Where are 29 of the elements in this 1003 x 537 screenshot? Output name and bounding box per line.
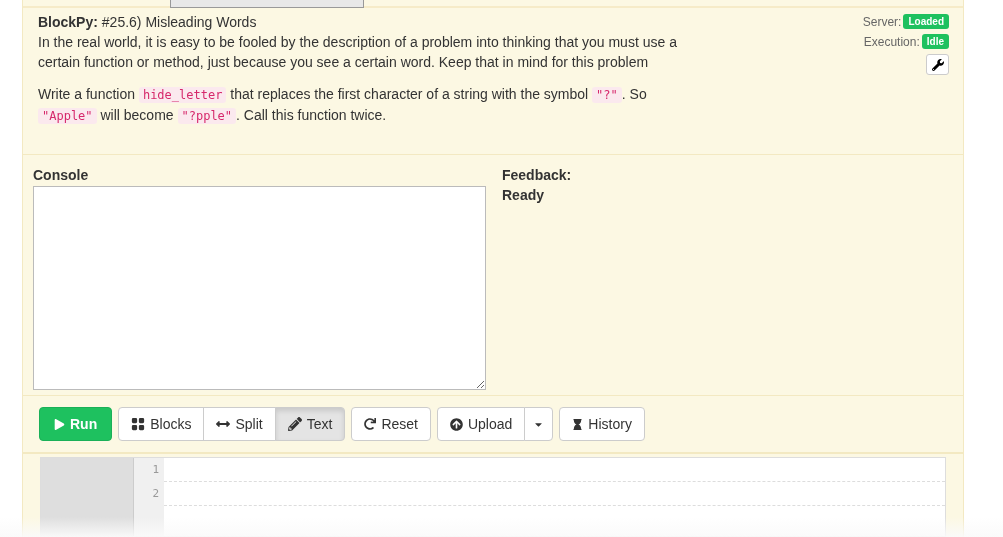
play-icon xyxy=(54,418,65,430)
mode-tab[interactable]: Text xyxy=(274,407,346,441)
grid-icon xyxy=(131,417,146,431)
upload-button[interactable]: Upload xyxy=(436,407,526,441)
line-number: 2 xyxy=(151,486,160,502)
mode-tab[interactable]: Split xyxy=(203,407,276,441)
line-number: 1 xyxy=(151,462,160,478)
status-badge: Idle xyxy=(921,34,949,49)
reset-button[interactable]: Reset xyxy=(351,407,431,441)
wrench-icon xyxy=(931,58,944,71)
settings-button[interactable] xyxy=(926,54,949,75)
problem-title: #25.6) Misleading Words xyxy=(101,14,257,30)
problem-intro: In the real world, it is easy to be fooled by the description of a problem into thinking that you must use a certain function or method, just because you see a certain word. Keep that in mind for this problem xyxy=(38,33,678,72)
problem-instructions: Write a function hide_letter that replaces the first character of a string with the symbol "?" . So "Apple" will become "?pple" . Call this function twice. xyxy=(38,85,648,126)
status-badge: Loaded xyxy=(903,14,949,29)
status-label: Execution: xyxy=(863,34,920,49)
upload-menu-button[interactable] xyxy=(524,407,554,441)
console-output[interactable] xyxy=(33,186,486,390)
feedback-label: Feedback: xyxy=(502,167,572,183)
feedback-message: Ready xyxy=(502,187,546,203)
console-label: Console xyxy=(33,167,90,183)
mode-tab[interactable]: Blocks xyxy=(118,407,205,441)
status-label: Server: xyxy=(862,14,902,29)
refresh-icon xyxy=(364,418,377,430)
pencil-icon xyxy=(287,417,302,431)
upload-icon xyxy=(449,417,463,431)
hourglass-icon xyxy=(572,418,584,430)
history-button[interactable]: History xyxy=(559,407,645,441)
brand-label: BlockPy: xyxy=(38,14,98,30)
